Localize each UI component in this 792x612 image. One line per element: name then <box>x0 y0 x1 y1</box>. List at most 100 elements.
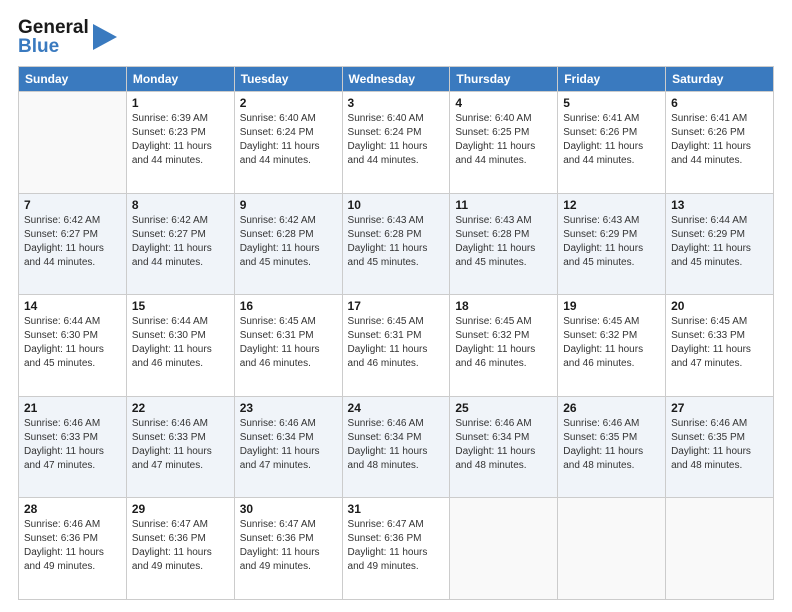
day-cell: 23Sunrise: 6:46 AM Sunset: 6:34 PM Dayli… <box>234 396 342 498</box>
week-row-1: 1 Sunrise: 6:39 AM Sunset: 6:23 PM Daylig… <box>19 92 774 194</box>
day-number: 29 <box>132 502 229 516</box>
day-cell <box>558 498 666 600</box>
day-number: 19 <box>563 299 660 313</box>
day-cell: 7 Sunrise: 6:42 AM Sunset: 6:27 PM Daylig… <box>19 193 127 295</box>
day-number: 13 <box>671 198 768 212</box>
day-info: Sunrise: 6:43 AM Sunset: 6:29 PM Dayligh… <box>563 214 660 270</box>
day-number: 10 <box>348 198 445 212</box>
day-info: Sunrise: 6:46 AM Sunset: 6:34 PM Dayligh… <box>455 417 552 473</box>
week-row-4: 21 Sunrise: 6:46 AM Sunset: 6:33 PM Dayli… <box>19 396 774 498</box>
day-info: Sunrise: 6:44 AM Sunset: 6:30 PM Dayligh… <box>24 315 121 371</box>
day-cell: 8 Sunrise: 6:42 AM Sunset: 6:27 PM Daylig… <box>126 193 234 295</box>
day-info: Sunrise: 6:40 AM Sunset: 6:24 PM Dayligh… <box>348 112 445 168</box>
day-info: Sunrise: 6:45 AM Sunset: 6:31 PM Dayligh… <box>348 315 445 371</box>
day-number: 28 <box>24 502 121 516</box>
day-cell: 3Sunrise: 6:40 AM Sunset: 6:24 PM Daylig… <box>342 92 450 194</box>
day-cell: 19 Sunrise: 6:45 AM Sunset: 6:32 PM Dayli… <box>558 295 666 397</box>
day-number: 16 <box>240 299 337 313</box>
day-info: Sunrise: 6:46 AM Sunset: 6:35 PM Dayligh… <box>671 417 768 473</box>
header: General Blue <box>18 18 774 56</box>
day-cell: 12 Sunrise: 6:43 AM Sunset: 6:29 PM Dayli… <box>558 193 666 295</box>
day-number: 22 <box>132 401 229 415</box>
day-number: 24 <box>348 401 445 415</box>
day-info: Sunrise: 6:44 AM Sunset: 6:30 PM Dayligh… <box>132 315 229 371</box>
page: General Blue SundayMondayTuesdayWednesda… <box>0 0 792 612</box>
day-cell: 27 Sunrise: 6:46 AM Sunset: 6:35 PM Dayli… <box>666 396 774 498</box>
weekday-header-thursday: Thursday <box>450 67 558 92</box>
day-info: Sunrise: 6:46 AM Sunset: 6:35 PM Dayligh… <box>563 417 660 473</box>
day-info: Sunrise: 6:42 AM Sunset: 6:27 PM Dayligh… <box>24 214 121 270</box>
day-number: 8 <box>132 198 229 212</box>
day-cell: 21Sunrise: 6:46 AM Sunset: 6:33 PM Dayli… <box>19 396 127 498</box>
day-cell: 30 Sunrise: 6:47 AM Sunset: 6:36 PM Dayli… <box>234 498 342 600</box>
day-number: 18 <box>455 299 552 313</box>
weekday-header-saturday: Saturday <box>666 67 774 92</box>
day-info: Sunrise: 6:40 AM Sunset: 6:24 PM Dayligh… <box>240 112 337 168</box>
day-info: Sunrise: 6:44 AM Sunset: 6:29 PM Dayligh… <box>671 214 768 270</box>
day-cell: 11 Sunrise: 6:43 AM Sunset: 6:28 PM Dayli… <box>450 193 558 295</box>
day-cell: 25 Sunrise: 6:46 AM Sunset: 6:34 PM Dayli… <box>450 396 558 498</box>
day-number: 31 <box>348 502 445 516</box>
day-number: 6 <box>671 96 768 110</box>
day-info: Sunrise: 6:46 AM Sunset: 6:34 PM Dayligh… <box>240 417 337 473</box>
day-number: 5 <box>563 96 660 110</box>
day-info: Sunrise: 6:39 AM Sunset: 6:23 PM Dayligh… <box>132 112 229 168</box>
day-info: Sunrise: 6:40 AM Sunset: 6:25 PM Dayligh… <box>455 112 552 168</box>
day-number: 11 <box>455 198 552 212</box>
day-cell <box>19 92 127 194</box>
day-info: Sunrise: 6:42 AM Sunset: 6:27 PM Dayligh… <box>132 214 229 270</box>
day-info: Sunrise: 6:46 AM Sunset: 6:34 PM Dayligh… <box>348 417 445 473</box>
day-number: 12 <box>563 198 660 212</box>
day-info: Sunrise: 6:47 AM Sunset: 6:36 PM Dayligh… <box>240 518 337 574</box>
day-cell: 15Sunrise: 6:44 AM Sunset: 6:30 PM Dayli… <box>126 295 234 397</box>
weekday-header-sunday: Sunday <box>19 67 127 92</box>
day-cell: 16 Sunrise: 6:45 AM Sunset: 6:31 PM Dayli… <box>234 295 342 397</box>
weekday-header-friday: Friday <box>558 67 666 92</box>
week-row-5: 28 Sunrise: 6:46 AM Sunset: 6:36 PM Dayli… <box>19 498 774 600</box>
day-cell: 18Sunrise: 6:45 AM Sunset: 6:32 PM Dayli… <box>450 295 558 397</box>
day-info: Sunrise: 6:41 AM Sunset: 6:26 PM Dayligh… <box>563 112 660 168</box>
day-cell: 2 Sunrise: 6:40 AM Sunset: 6:24 PM Daylig… <box>234 92 342 194</box>
day-number: 20 <box>671 299 768 313</box>
day-cell: 6 Sunrise: 6:41 AM Sunset: 6:26 PM Daylig… <box>666 92 774 194</box>
logo-general-text: General <box>18 18 89 37</box>
day-number: 25 <box>455 401 552 415</box>
weekday-header-wednesday: Wednesday <box>342 67 450 92</box>
day-info: Sunrise: 6:46 AM Sunset: 6:33 PM Dayligh… <box>132 417 229 473</box>
day-number: 21 <box>24 401 121 415</box>
day-cell: 5 Sunrise: 6:41 AM Sunset: 6:26 PM Daylig… <box>558 92 666 194</box>
day-info: Sunrise: 6:45 AM Sunset: 6:31 PM Dayligh… <box>240 315 337 371</box>
day-number: 14 <box>24 299 121 313</box>
day-cell: 13 Sunrise: 6:44 AM Sunset: 6:29 PM Dayli… <box>666 193 774 295</box>
logo: General Blue <box>18 18 119 56</box>
calendar-table: SundayMondayTuesdayWednesdayThursdayFrid… <box>18 66 774 600</box>
day-number: 1 <box>132 96 229 110</box>
day-info: Sunrise: 6:45 AM Sunset: 6:32 PM Dayligh… <box>563 315 660 371</box>
day-info: Sunrise: 6:47 AM Sunset: 6:36 PM Dayligh… <box>132 518 229 574</box>
day-cell <box>450 498 558 600</box>
day-info: Sunrise: 6:46 AM Sunset: 6:36 PM Dayligh… <box>24 518 121 574</box>
day-info: Sunrise: 6:41 AM Sunset: 6:26 PM Dayligh… <box>671 112 768 168</box>
day-cell: 22 Sunrise: 6:46 AM Sunset: 6:33 PM Dayli… <box>126 396 234 498</box>
day-info: Sunrise: 6:45 AM Sunset: 6:33 PM Dayligh… <box>671 315 768 371</box>
day-number: 26 <box>563 401 660 415</box>
day-info: Sunrise: 6:43 AM Sunset: 6:28 PM Dayligh… <box>455 214 552 270</box>
weekday-header-tuesday: Tuesday <box>234 67 342 92</box>
day-number: 17 <box>348 299 445 313</box>
day-info: Sunrise: 6:42 AM Sunset: 6:28 PM Dayligh… <box>240 214 337 270</box>
day-number: 7 <box>24 198 121 212</box>
logo-arrow-icon <box>91 18 119 56</box>
day-cell: 24 Sunrise: 6:46 AM Sunset: 6:34 PM Dayli… <box>342 396 450 498</box>
day-cell: 10 Sunrise: 6:43 AM Sunset: 6:28 PM Dayli… <box>342 193 450 295</box>
day-cell: 17 Sunrise: 6:45 AM Sunset: 6:31 PM Dayli… <box>342 295 450 397</box>
day-cell: 31Sunrise: 6:47 AM Sunset: 6:36 PM Dayli… <box>342 498 450 600</box>
day-cell <box>666 498 774 600</box>
day-number: 30 <box>240 502 337 516</box>
day-number: 27 <box>671 401 768 415</box>
day-cell: 1 Sunrise: 6:39 AM Sunset: 6:23 PM Daylig… <box>126 92 234 194</box>
day-number: 4 <box>455 96 552 110</box>
day-cell: 14 Sunrise: 6:44 AM Sunset: 6:30 PM Dayli… <box>19 295 127 397</box>
logo-wrapper: General Blue <box>18 18 119 56</box>
day-number: 2 <box>240 96 337 110</box>
day-info: Sunrise: 6:43 AM Sunset: 6:28 PM Dayligh… <box>348 214 445 270</box>
